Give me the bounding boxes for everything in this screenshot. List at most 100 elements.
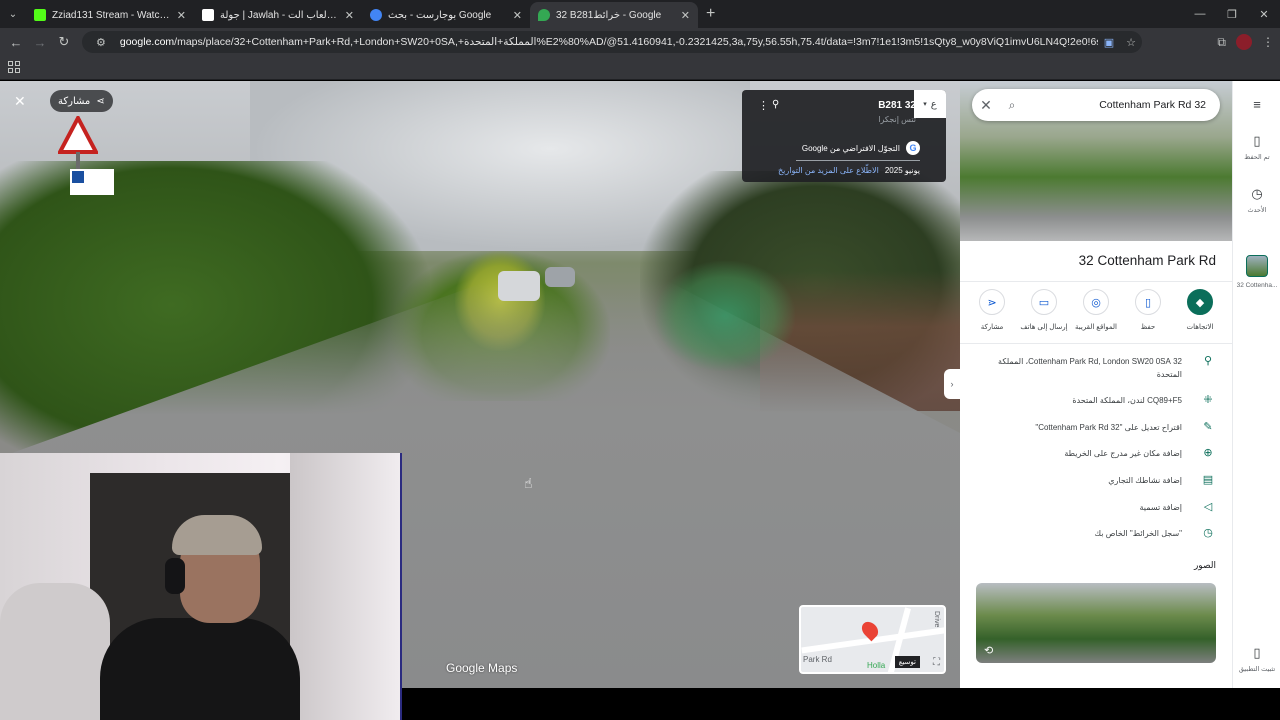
card-subtitle: تتس إنجكرا [878,115,916,124]
back-icon[interactable]: ← [4,35,28,50]
place-photo[interactable]: ⟲ [976,583,1216,663]
info-row-label[interactable]: ◁ إضافة تسمية [976,501,1216,514]
bookmark-star-icon[interactable]: ☆ [1126,36,1136,49]
recent-place-button[interactable]: 32 Cottenha... [1233,255,1280,290]
parked-car [545,267,575,287]
info-row-edit[interactable]: ✎ اقتراح تعديل على "Cottenham Park Rd 32" [976,421,1216,434]
toolbar-right: ⧉ ⋮ [1217,28,1274,56]
kick-favicon-icon [34,9,46,21]
street-view-info-card: ع ▾ 32 B281 تتس إنجكرا ⚲ ⋮ G التجوّل الاف… [742,90,946,182]
expand-map-button[interactable]: توسيع [894,656,920,668]
recent-label: الأحدث [1247,207,1267,214]
tab-title: Zziad131 Stream - Watch Live o [52,9,173,21]
info-row-add-place[interactable]: ⊕ إضافة مكان غير مدرج على الخريطة [976,447,1216,460]
clear-search-icon[interactable]: ✕ [972,97,1000,114]
info-text: 32 Cottenham Park Rd, London SW20 0SA، ا… [998,357,1182,379]
action-label: إرسال إلى هاتف [1020,324,1068,331]
browser-tab-active[interactable]: 32 B281خرائط - Google ✕ [530,2,698,28]
history-icon: ◷ [1251,186,1263,201]
address-bar[interactable]: ⚙ google.com/maps/place/32+Cottenham+Par… [82,31,1142,53]
url-path: /maps/place/32+Cottenham+Park+Rd,+London… [174,36,1098,48]
google-maps-logo: Google Maps [446,661,518,675]
webcam-person-body [100,618,300,720]
add-business-icon: ▤ [1202,474,1214,486]
action-label: حفظ [1140,324,1156,331]
card-toggle-button[interactable]: ع ▾ [914,90,946,118]
info-text: إضافة نشاطك التجاري [1108,476,1182,485]
browser-tab[interactable]: Zziad131 Stream - Watch Live o ✕ [26,2,194,28]
tab-title: 32 B281خرائط - Google [556,9,662,21]
recent-button[interactable]: ◷ الأحدث [1233,186,1280,215]
maps-side-rail: ≡ ▯ تم الحفظ ◷ الأحدث 32 Cottenha... ▯ ت… [1232,81,1280,688]
action-nearby-button[interactable]: ◎ المواقع القريبة [1072,289,1120,331]
info-text: CQ89+F5 لندن، المملكة المتحدة [1072,396,1182,405]
reload-icon[interactable]: ↻ [52,34,76,50]
provider-row: G التجوّل الافتراضي من Google [802,141,920,155]
phone-icon: ▯ [1253,645,1261,660]
directions-icon: ◆ [1187,289,1213,315]
menu-icon[interactable]: ⋮ [1262,35,1274,49]
more-options-icon[interactable]: ⋮ [758,99,769,112]
action-label: المواقع القريبة [1075,324,1117,331]
search-box[interactable]: ✕ ⌕ [972,89,1220,121]
recent-place-label: 32 Cottenha... [1236,282,1278,289]
action-share-button[interactable]: ⋖ مشاركة [968,289,1016,331]
saved-bookmark-icon: ▯ [1253,133,1261,148]
install-app-label: تثبيت التطبيق [1238,666,1276,673]
hamburger-menu-icon: ≡ [1253,97,1261,112]
history-icon: ◷ [1203,527,1213,539]
close-window-icon[interactable]: ✕ [1248,8,1280,21]
search-input[interactable] [1024,99,1220,111]
close-tab-icon[interactable]: ✕ [513,9,522,22]
browser-tab[interactable]: بوجارست - بحث Google ✕ [362,2,530,28]
parked-car [498,271,540,301]
new-tab-button[interactable]: + [698,5,723,23]
search-icon[interactable]: ⌕ [1000,98,1024,113]
webcam-person-cap [172,515,262,555]
plus-code-icon: ⁜ [1203,394,1213,406]
see-more-dates-link[interactable]: الاطّلاع على المزيد من التواريخ [778,166,879,175]
browser-tab[interactable]: جولة | Jawlah - منصة الألعاب الت ✕ [194,2,362,28]
saved-button[interactable]: ▯ تم الحفظ [1233,133,1280,162]
action-label: الاتجاهات [1186,324,1214,331]
close-street-view-icon[interactable]: ✕ [14,93,26,110]
install-app-button[interactable]: ▯ تثبيت التطبيق [1233,645,1280,674]
url-text: google.com/maps/place/32+Cottenham+Park+… [120,36,1098,48]
browser-tab-strip: ⌄ Zziad131 Stream - Watch Live o ✕ جولة … [0,0,1280,28]
menu-button[interactable]: ≡ [1233,97,1280,112]
place-title: 32 Cottenham Park Rd [1078,253,1216,268]
close-tab-icon[interactable]: ✕ [681,9,690,22]
action-phone-button[interactable]: ▭ إرسال إلى هاتف [1020,289,1068,331]
capture-date: يونيو 2025 [884,166,920,175]
info-row-location-pin[interactable]: ⚲ 32 Cottenham Park Rd, London SW20 0SA، … [976,355,1216,381]
site-info-icon[interactable]: ⚙ [96,36,106,49]
provider-text: التجوّل الافتراضي من Google [801,143,900,153]
minimize-icon[interactable]: — [1184,8,1216,20]
road-sign [58,116,98,176]
action-bookmark-button[interactable]: ▯ حفظ [1124,289,1172,331]
info-row-add-business[interactable]: ▤ إضافة نشاطك التجاري [976,474,1216,487]
map-street-label: Park Rd [803,655,832,664]
fullscreen-icon[interactable]: ⛶ [933,657,940,668]
action-directions-button[interactable]: ◆ الاتجاهات [1176,289,1224,331]
mini-map[interactable]: Park Rd Holla Drive توسيع ⛶ [799,605,946,674]
info-text: إضافة مكان غير مدرج على الخريطة [1064,449,1182,458]
location-pin-icon[interactable]: ⚲ [772,99,779,110]
tab-search-icon[interactable]: ⌄ [0,0,26,28]
translate-icon[interactable]: ▣ [1104,36,1114,49]
collapse-panel-button[interactable]: › [944,369,960,399]
profile-avatar[interactable] [1236,34,1252,50]
info-row-history[interactable]: ◷ "سجل الخرائط" الخاص بك [976,527,1216,540]
apps-grid-icon[interactable] [8,61,20,73]
forward-icon[interactable]: → [28,35,52,50]
share-button[interactable]: مشاركة ⋖ [50,90,113,112]
url-host: google.com [119,36,175,48]
info-row-plus-code[interactable]: ⁜ CQ89+F5 لندن، المملكة المتحدة [976,394,1216,407]
share-label: مشاركة [58,95,91,107]
extensions-icon[interactable]: ⧉ [1217,35,1226,50]
restore-icon[interactable]: ❐ [1216,8,1248,21]
maps-favicon-icon [538,9,550,21]
close-tab-icon[interactable]: ✕ [345,9,354,22]
close-tab-icon[interactable]: ✕ [177,9,186,22]
tab-title: بوجارست - بحث Google [388,9,492,21]
